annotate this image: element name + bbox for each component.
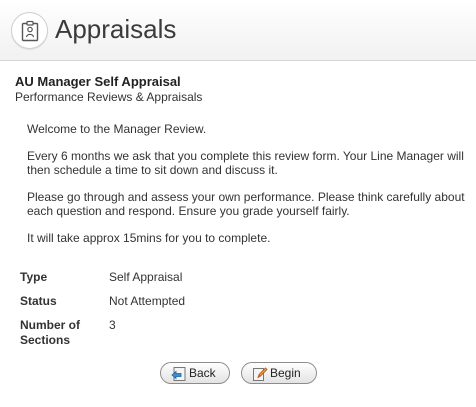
course-subtitle: Performance Reviews & Appraisals [15,90,203,104]
intro-paragraph: It will take approx 15mins for you to co… [27,231,271,245]
detail-label: Type [20,270,48,284]
back-arrow-icon [171,367,186,381]
course-title: AU Manager Self Appraisal [15,74,181,89]
back-button[interactable]: Back [160,362,230,384]
action-buttons: Back Begin [0,362,476,384]
detail-label: Number of Sections [20,318,80,347]
edit-pencil-icon [253,367,268,381]
intro-paragraph: Every 6 months we ask that you complete … [27,149,464,177]
detail-value: Self Appraisal [109,270,183,284]
begin-button-label: Begin [270,366,301,380]
intro-paragraph: Please go through and assess your own pe… [27,190,465,218]
page-header: Appraisals [0,0,476,61]
begin-button[interactable]: Begin [241,362,317,384]
intro-paragraph: Welcome to the Manager Review. [27,122,207,136]
back-button-label: Back [189,366,216,380]
detail-label: Status [20,294,57,308]
intro-text: Welcome to the Manager Review. Every 6 m… [27,122,467,258]
detail-value: 3 [109,318,116,332]
clipboard-person-icon [11,12,48,49]
page-title: Appraisals [55,14,177,44]
detail-value: Not Attempted [109,294,186,308]
